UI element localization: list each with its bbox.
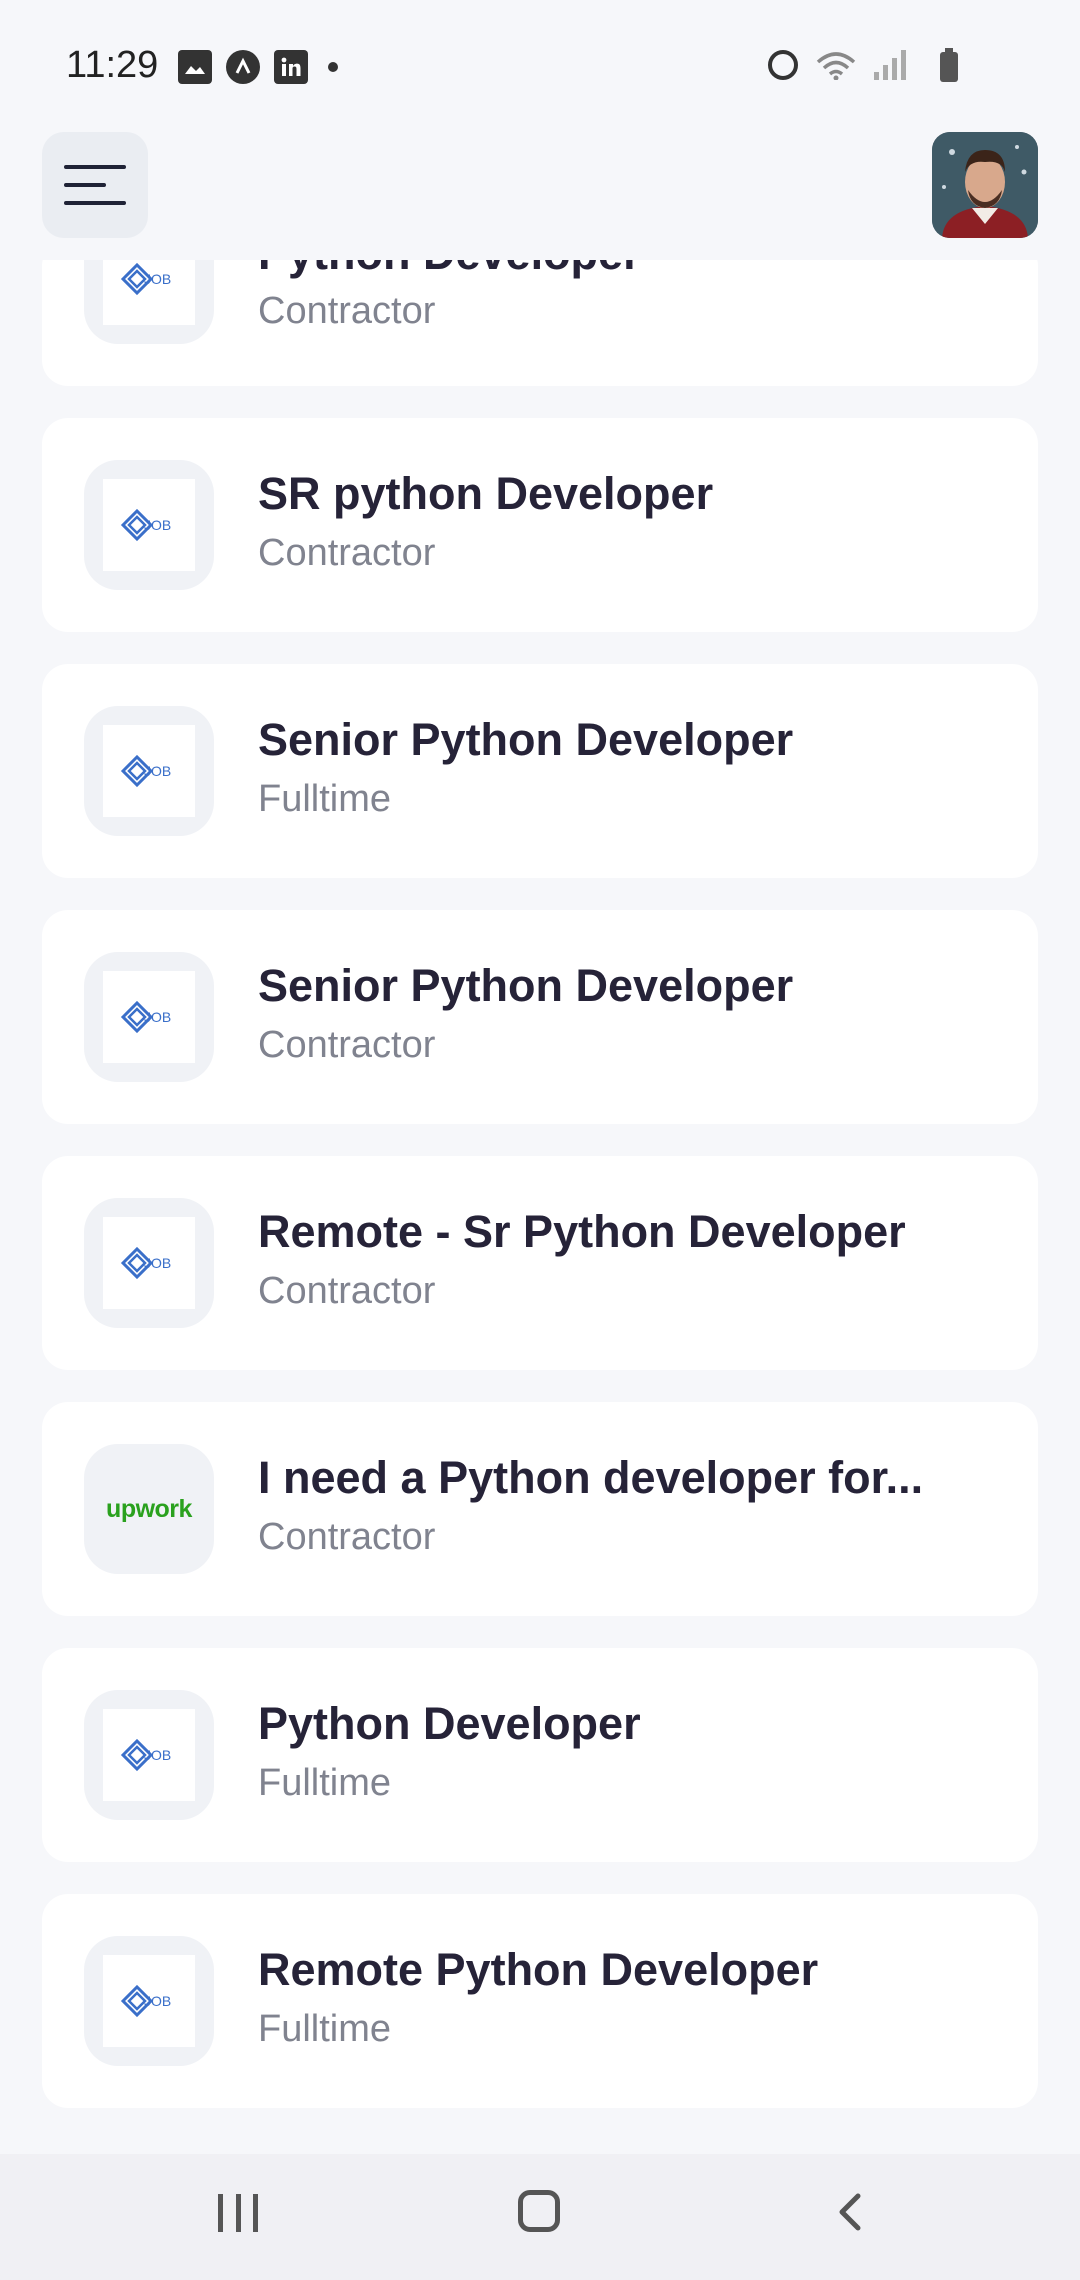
job-type: Fulltime: [258, 2008, 392, 2050]
job-card[interactable]: JOB Senior Python Developer Contractor: [42, 910, 1038, 1124]
linkedin-icon: [274, 50, 308, 84]
company-logo: JOB: [84, 1690, 214, 1820]
svg-text:JOB: JOB: [144, 517, 171, 533]
company-logo: JOB: [84, 1198, 214, 1328]
job-card[interactable]: JOB Remote Python Developer Fulltime: [42, 1894, 1038, 2108]
job-card[interactable]: JOB Remote - Sr Python Developer Contrac…: [42, 1156, 1038, 1370]
job-type: Contractor: [258, 1024, 436, 1066]
company-logo: JOB: [84, 460, 214, 590]
gallery-icon: [178, 50, 212, 84]
battery-icon: [940, 48, 958, 82]
job-card[interactable]: JOB Python Developer Contractor: [42, 214, 1038, 386]
status-time: 11:29: [66, 44, 159, 86]
job-logo-icon: JOB: [120, 754, 171, 788]
job-type: Fulltime: [258, 1762, 392, 1804]
status-right-icons: [768, 48, 958, 82]
job-list: JOB Python Developer Contractor JOB SR p…: [42, 214, 1038, 2140]
job-card[interactable]: JOB SR python Developer Contractor: [42, 418, 1038, 632]
svg-text:JOB: JOB: [144, 1255, 171, 1271]
job-logo-icon: JOB: [120, 262, 171, 296]
company-logo: JOB: [84, 706, 214, 836]
job-type: Contractor: [258, 532, 436, 574]
notification-dot-icon: [328, 62, 338, 72]
job-logo-icon: JOB: [120, 1738, 171, 1772]
svg-text:JOB: JOB: [144, 1009, 171, 1025]
job-card[interactable]: JOB Senior Python Developer Fulltime: [42, 664, 1038, 878]
job-logo-icon: JOB: [120, 1000, 171, 1034]
job-title: I need a Python developer for...: [258, 1452, 924, 1503]
app-icon: [226, 50, 260, 84]
company-logo: upwork: [84, 1444, 214, 1574]
company-logo: JOB: [84, 1936, 214, 2066]
svg-text:JOB: JOB: [144, 271, 171, 287]
svg-text:JOB: JOB: [144, 763, 171, 779]
job-card[interactable]: upwork I need a Python developer for... …: [42, 1402, 1038, 1616]
company-logo: JOB: [84, 952, 214, 1082]
recent-apps-icon[interactable]: [218, 2194, 258, 2232]
wifi-icon: [816, 52, 856, 80]
svg-text:JOB: JOB: [144, 1993, 171, 2009]
menu-button[interactable]: [42, 132, 148, 238]
status-bar: 11:29: [0, 0, 1080, 130]
job-title: Senior Python Developer: [258, 960, 794, 1011]
job-title: Python Developer: [258, 1698, 641, 1749]
job-title: Remote Python Developer: [258, 1944, 819, 1995]
job-logo-icon: JOB: [120, 1984, 171, 2018]
job-type: Fulltime: [258, 778, 392, 820]
screen: 11:29 JOB Contractor JOB SR python Devel…: [0, 0, 1080, 2280]
job-logo-icon: JOB: [120, 1246, 171, 1280]
job-title: Remote - Sr Python Developer: [258, 1206, 906, 1257]
signal-icon: [874, 50, 906, 80]
profile-avatar[interactable]: [932, 132, 1038, 238]
job-type: Contractor: [258, 290, 436, 332]
status-left-icons: [178, 50, 338, 84]
job-type: Contractor: [258, 1516, 436, 1558]
hamburger-menu-icon: [64, 165, 126, 205]
job-title: Senior Python Developer: [258, 714, 794, 765]
alarm-icon: [768, 50, 798, 80]
job-card[interactable]: JOB Python Developer Fulltime: [42, 1648, 1038, 1862]
home-icon[interactable]: [518, 2190, 560, 2232]
back-icon[interactable]: [830, 2190, 874, 2234]
job-type: Contractor: [258, 1270, 436, 1312]
app-header: [0, 130, 1080, 260]
job-title: SR python Developer: [258, 468, 714, 519]
job-logo-icon: JOB: [120, 508, 171, 542]
system-nav-bar: [0, 2154, 1080, 2280]
upwork-logo: upwork: [106, 1494, 192, 1523]
svg-text:JOB: JOB: [144, 1747, 171, 1763]
